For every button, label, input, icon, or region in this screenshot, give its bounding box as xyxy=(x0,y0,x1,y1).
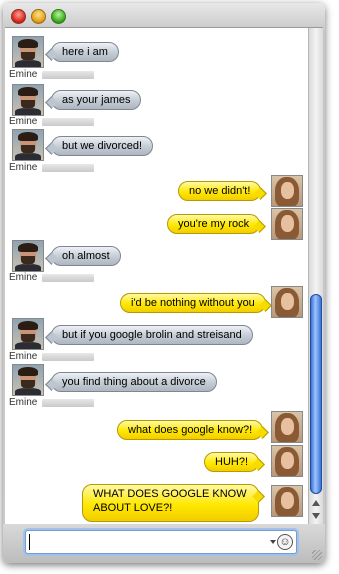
sender-handle-redacted xyxy=(42,118,94,126)
outgoing-message: what does google know?! xyxy=(117,420,264,440)
avatar-me xyxy=(271,208,303,240)
transcript-scrollbar[interactable] xyxy=(308,28,323,524)
text-caret xyxy=(29,534,30,550)
sender-name: Emine xyxy=(9,272,38,283)
sender-name: Emine xyxy=(9,162,38,173)
sender-handle-redacted xyxy=(42,71,94,79)
minimize-icon[interactable] xyxy=(31,9,46,24)
sender-name: Emine xyxy=(9,116,38,127)
sender-handle-redacted xyxy=(42,399,94,407)
sender-handle-redacted xyxy=(42,164,94,172)
avatar-me xyxy=(271,286,303,318)
scroll-up-icon[interactable] xyxy=(312,500,320,506)
incoming-message: here i am xyxy=(51,42,119,62)
incoming-message: as your james xyxy=(51,90,142,110)
avatar-emine xyxy=(12,318,44,350)
sender-name: Emine xyxy=(9,351,38,362)
sender-name: Emine xyxy=(9,397,38,408)
scroll-down-icon[interactable] xyxy=(312,513,320,519)
dropdown-arrow-icon[interactable] xyxy=(270,540,276,544)
outgoing-message: you're my rock xyxy=(167,214,261,234)
smiley-icon[interactable]: ☺ xyxy=(277,534,293,550)
chat-window: here i am Emine as your james Emine but … xyxy=(3,3,325,563)
resize-grip-icon[interactable] xyxy=(312,550,322,560)
scroll-thumb[interactable] xyxy=(310,294,322,494)
avatar-emine xyxy=(12,364,44,396)
avatar-me xyxy=(271,411,303,443)
avatar-me xyxy=(271,485,303,517)
message-input[interactable]: ☺ xyxy=(25,530,297,554)
incoming-message: oh almost xyxy=(51,246,121,266)
sender-handle-redacted xyxy=(42,274,94,282)
avatar-emine xyxy=(12,36,44,68)
incoming-message: but if you google brolin and streisand xyxy=(51,325,253,345)
avatar-emine xyxy=(12,240,44,272)
outgoing-message: i'd be nothing without you xyxy=(120,293,266,313)
incoming-message: you find thing about a divorce xyxy=(51,372,217,392)
outgoing-message: WHAT DOES GOOGLE KNOW ABOUT LOVE?! xyxy=(82,484,259,522)
incoming-message: but we divorced! xyxy=(51,136,154,156)
chat-transcript[interactable]: here i am Emine as your james Emine but … xyxy=(5,27,323,524)
avatar-me xyxy=(271,445,303,477)
close-icon[interactable] xyxy=(11,9,26,24)
avatar-emine xyxy=(12,129,44,161)
sender-handle-redacted xyxy=(42,353,94,361)
compose-area: ☺ xyxy=(3,524,325,563)
zoom-icon[interactable] xyxy=(51,9,66,24)
outgoing-message: HUH?! xyxy=(204,452,260,472)
sender-name: Emine xyxy=(9,69,38,80)
avatar-me xyxy=(271,175,303,207)
outgoing-message: no we didn't! xyxy=(178,181,262,201)
avatar-emine xyxy=(12,84,44,116)
